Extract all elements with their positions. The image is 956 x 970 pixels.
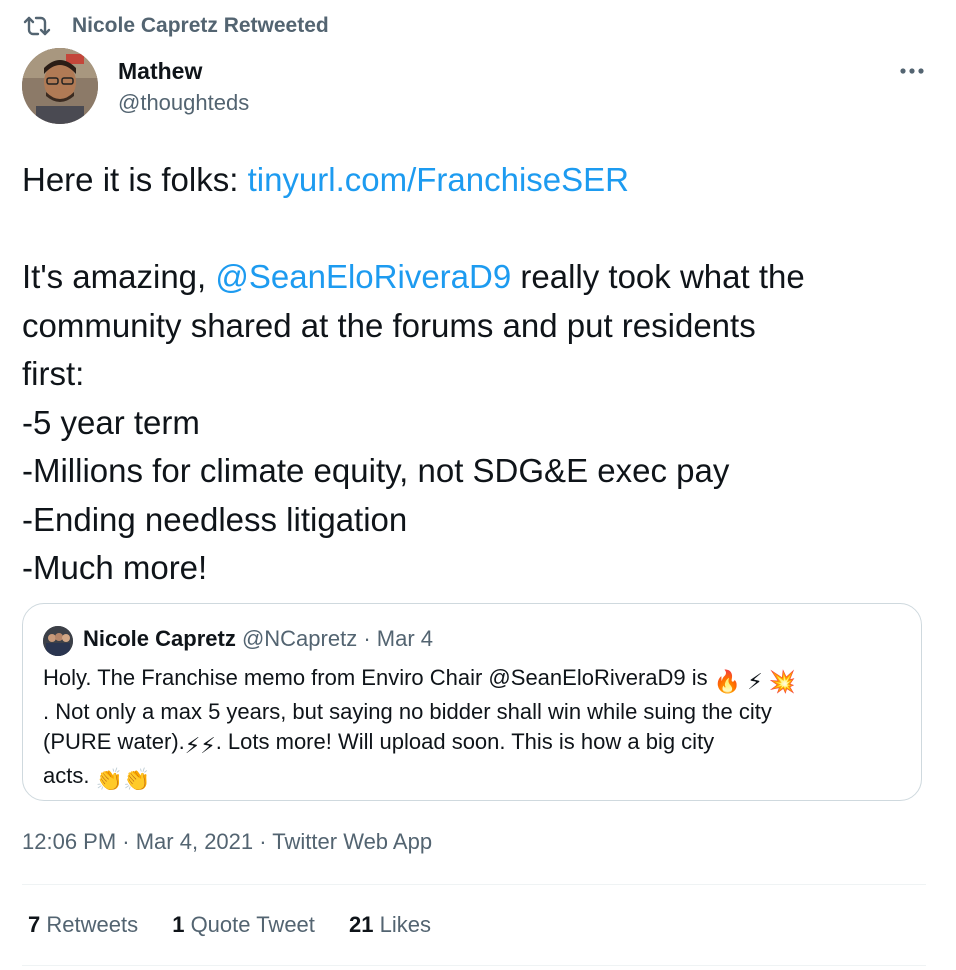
likes-count: 21: [349, 912, 374, 937]
retweets-label: Retweets: [40, 912, 139, 937]
tinyurl-link[interactable]: tinyurl.com/FranchiseSER: [248, 161, 629, 198]
lightning-emoji: ⚡⚡: [184, 733, 216, 758]
quote-author-name[interactable]: Nicole Capretz: [83, 626, 236, 651]
tweet-text-segment: Here it is folks:: [22, 161, 248, 198]
fire-lightning-collision-emoji: 🔥 ⚡ 💥: [713, 669, 797, 694]
quote-text-segment: acts.: [43, 763, 96, 788]
quote-date[interactable]: Mar 4: [377, 626, 433, 651]
tweet-date[interactable]: Mar 4, 2021: [136, 829, 253, 854]
author-handle[interactable]: @thoughteds: [118, 90, 249, 116]
author-photo: [22, 48, 98, 124]
quote-text: Holy. The Franchise memo from Enviro Cha…: [43, 663, 913, 795]
tweet-line: first:: [22, 355, 85, 392]
likes-stat[interactable]: 21 Likes: [349, 912, 431, 937]
tweet-line: -Millions for climate equity, not SDG&E …: [22, 452, 730, 489]
tweet-line: community shared at the forums and put r…: [22, 306, 756, 344]
timestamp-separator: ·: [116, 829, 136, 854]
more-options-icon[interactable]: [898, 64, 926, 78]
retweets-count: 7: [28, 912, 41, 937]
retweet-icon: [23, 16, 51, 36]
timestamp-separator: ·: [253, 829, 273, 854]
quote-tweets-label: Quote Tweet: [184, 912, 315, 937]
divider: [22, 965, 926, 966]
tweet-stats: 7 Retweets 1 Quote Tweet 21 Likes: [28, 912, 459, 938]
retweet-header: Nicole Capretz Retweeted: [22, 12, 329, 40]
tweet-time[interactable]: 12:06 PM: [22, 829, 116, 854]
quote-line: Holy. The Franchise memo from Enviro Cha…: [43, 663, 913, 697]
tweet-timestamp: 12:06 PM · Mar 4, 2021 · Twitter Web App: [22, 829, 432, 855]
quote-avatar[interactable]: [43, 626, 73, 656]
quote-tweets-count: 1: [172, 912, 185, 937]
retweet-label[interactable]: Nicole Capretz Retweeted: [72, 14, 329, 38]
quote-line: . Not only a max 5 years, but saying no …: [43, 699, 772, 724]
quote-text-segment: Holy. The Franchise memo from Enviro Cha…: [43, 665, 708, 690]
author-avatar[interactable]: [22, 48, 98, 124]
likes-label: Likes: [373, 912, 431, 937]
quote-avatar-photo: [43, 626, 73, 656]
quote-tweets-stat[interactable]: 1 Quote Tweet: [172, 912, 315, 937]
clapping-emoji: 👏👏: [95, 767, 151, 792]
quote-line: acts. 👏👏: [43, 761, 913, 795]
quoted-tweet-card[interactable]: Nicole Capretz @NCapretz · Mar 4 Holy. T…: [22, 603, 922, 801]
quote-separator: ·: [357, 626, 377, 651]
author-name[interactable]: Mathew: [118, 58, 202, 85]
divider: [22, 884, 926, 885]
tweet-line: -Ending needless litigation: [22, 500, 408, 538]
tweet-line: -5 year term: [22, 403, 200, 441]
tweet-text-segment: It's amazing,: [22, 258, 216, 295]
quote-text-segment: (PURE water).: [43, 729, 185, 754]
tweet-source[interactable]: Twitter Web App: [272, 829, 432, 854]
tweet-line: It's amazing, @SeanEloRiveraD9 really to…: [22, 253, 932, 302]
quote-line: (PURE water).⚡⚡. Lots more! Will upload …: [43, 727, 913, 761]
quote-text-segment: . Lots more! Will upload soon. This is h…: [215, 729, 715, 754]
tweet-text-segment: really took what the: [511, 258, 805, 295]
mention-link[interactable]: @SeanEloRiveraD9: [215, 258, 511, 295]
quote-header: Nicole Capretz @NCapretz · Mar 4: [83, 626, 433, 652]
quote-author-handle[interactable]: @NCapretz: [242, 626, 357, 651]
tweet-text: Here it is folks: tinyurl.com/FranchiseS…: [22, 156, 932, 593]
retweets-stat[interactable]: 7 Retweets: [28, 912, 138, 937]
tweet-line: -Much more!: [22, 549, 208, 586]
tweet-line: Here it is folks: tinyurl.com/FranchiseS…: [22, 156, 932, 205]
